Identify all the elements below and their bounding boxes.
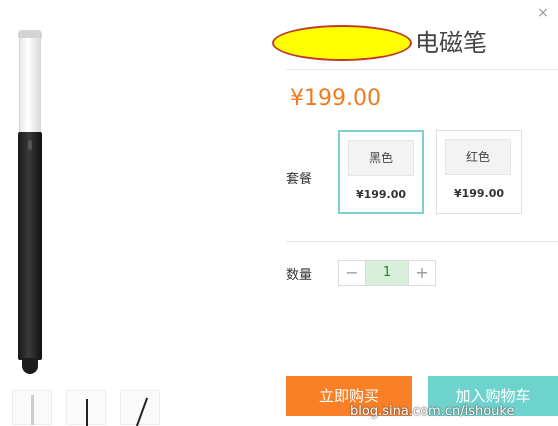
- quantity-stepper: − 1 +: [338, 260, 436, 286]
- watermark: blog.sina.com.cn/ishouke: [350, 404, 515, 419]
- product-title: 电磁笔: [415, 29, 487, 57]
- close-icon[interactable]: ×: [536, 6, 550, 20]
- thumbnail-1[interactable]: [12, 390, 52, 425]
- thumbnail-2[interactable]: [66, 390, 106, 426]
- option-price: ¥199.00: [355, 188, 407, 201]
- option-price: ¥199.00: [453, 187, 505, 200]
- thumbnail-3[interactable]: [120, 390, 160, 426]
- divider: [286, 69, 558, 70]
- package-option-black[interactable]: 黑色 ¥199.00: [338, 130, 424, 214]
- pen-body: [18, 132, 42, 360]
- pen-cap-top: [18, 30, 42, 38]
- pen-side-button: [28, 140, 32, 150]
- product-price: ¥199.00: [290, 86, 381, 111]
- quantity-label: 数量: [286, 268, 313, 283]
- pen-tip: [22, 358, 38, 374]
- option-name: 红色: [445, 139, 511, 175]
- redacted-title-highlight: [272, 25, 412, 61]
- pen-cap: [19, 30, 41, 135]
- thumbnail-strip: [12, 390, 182, 426]
- option-name: 黑色: [348, 140, 414, 176]
- divider: [286, 241, 558, 242]
- increase-button[interactable]: +: [408, 261, 435, 285]
- product-image: [0, 0, 270, 425]
- package-option-red[interactable]: 红色 ¥199.00: [436, 130, 522, 214]
- package-label: 套餐: [286, 172, 313, 187]
- decrease-button[interactable]: −: [339, 261, 366, 285]
- quantity-input[interactable]: 1: [366, 261, 408, 285]
